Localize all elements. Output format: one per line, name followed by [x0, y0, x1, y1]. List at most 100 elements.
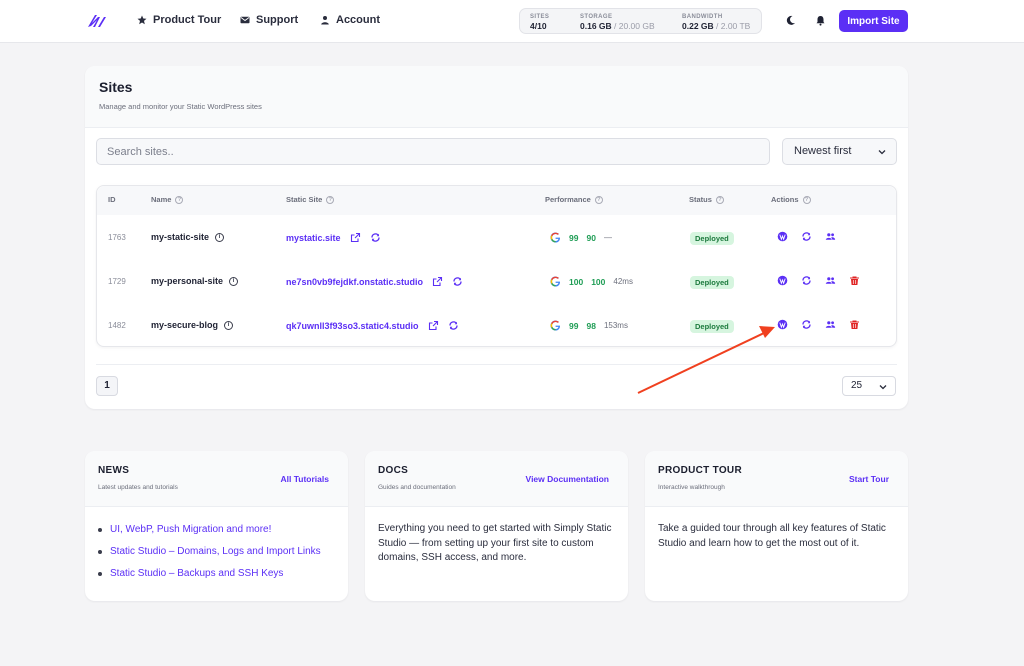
news-item-link[interactable]: Static Studio – Backups and SSH Keys	[110, 568, 283, 579]
per-page-value: 25	[851, 380, 863, 391]
user-icon	[321, 16, 329, 25]
chevron-down-icon	[878, 150, 886, 155]
static-site-link[interactable]: ne7sn0vb9fejdkf.onstatic.studio	[286, 277, 423, 287]
docs-subtitle: Guides and documentation	[378, 484, 456, 491]
users-icon[interactable]	[825, 275, 836, 286]
response-time: —	[603, 233, 612, 242]
wordpress-icon[interactable]	[777, 319, 788, 330]
nav-account[interactable]: Account	[320, 14, 380, 26]
site-id: 1763	[108, 233, 126, 242]
product-tour-body: Take a guided tour through all key featu…	[658, 523, 886, 549]
news-card-header: NEWS Latest updates and tutorials All Tu…	[85, 451, 348, 507]
sites-card-header: Sites Manage and monitor your Static Wor…	[85, 66, 908, 128]
users-icon[interactable]	[825, 319, 836, 330]
stat-value-total: / 2.00 TB	[713, 21, 751, 31]
help-icon[interactable]: ?	[802, 195, 811, 204]
site-name-label: my-secure-blog	[151, 320, 219, 330]
wordpress-icon[interactable]	[777, 231, 788, 242]
stat-value: 4/10	[530, 21, 549, 31]
google-icon	[550, 320, 561, 331]
table-row: 1482 my-secure-blog i qk7uwnll3f93so3.sta…	[97, 303, 896, 347]
all-tutorials-link[interactable]: All Tutorials	[281, 474, 330, 484]
stat-sites: SITES 4/10	[530, 13, 549, 31]
info-icon[interactable]: i	[215, 232, 225, 242]
help-icon[interactable]: ?	[326, 195, 335, 204]
sync-icon[interactable]	[370, 232, 381, 243]
external-link-icon[interactable]	[432, 276, 443, 287]
sync-icon[interactable]	[448, 320, 459, 331]
wordpress-icon[interactable]	[777, 275, 788, 286]
moon-icon[interactable]	[785, 15, 796, 26]
sync-icon[interactable]	[801, 319, 812, 330]
page-title: Sites	[99, 79, 133, 95]
info-icon[interactable]: i	[229, 276, 239, 286]
per-page-select[interactable]: 25	[842, 376, 896, 396]
response-time: 42ms	[613, 277, 633, 286]
row-actions	[777, 319, 860, 330]
news-item-link[interactable]: Static Studio – Domains, Logs and Import…	[110, 546, 321, 557]
start-tour-link[interactable]: Start Tour	[849, 474, 889, 484]
list-item[interactable]: UI, WebP, Push Migration and more!	[98, 524, 338, 535]
pagination-page-button[interactable]: 1	[96, 376, 118, 396]
column-header-name: Name?	[151, 195, 184, 204]
performance: 99 98 153ms	[550, 320, 628, 331]
google-icon	[550, 276, 561, 287]
bullet-icon	[98, 527, 102, 532]
nav-product-tour[interactable]: Product Tour	[137, 14, 221, 26]
news-subtitle: Latest updates and tutorials	[98, 484, 178, 491]
list-item[interactable]: Static Studio – Backups and SSH Keys	[98, 568, 338, 579]
column-header-status: Status?	[689, 195, 724, 204]
sort-select-value: Newest first	[794, 145, 852, 157]
static-site: ne7sn0vb9fejdkf.onstatic.studio	[286, 276, 463, 287]
stat-label: STORAGE	[580, 14, 613, 20]
list-item[interactable]: Static Studio – Domains, Logs and Import…	[98, 546, 338, 557]
status-badge: Deployed	[690, 232, 734, 245]
trash-icon[interactable]	[849, 275, 860, 286]
table-header: ID Name? Static Site? Performance? Statu…	[97, 186, 896, 215]
divider	[96, 364, 897, 365]
stat-value-main: 4/10	[530, 21, 547, 31]
site-name-label: my-static-site	[151, 232, 210, 242]
sites-table: ID Name? Static Site? Performance? Statu…	[96, 185, 897, 347]
help-icon[interactable]: ?	[594, 195, 603, 204]
help-icon[interactable]: ?	[175, 195, 184, 204]
performance: 99 90 —	[550, 232, 612, 243]
sync-icon[interactable]	[452, 276, 463, 287]
page-subtitle: Manage and monitor your Static WordPress…	[99, 102, 262, 111]
sync-icon[interactable]	[801, 275, 812, 286]
sync-icon[interactable]	[801, 231, 812, 242]
performance: 100 100 42ms	[550, 276, 633, 287]
sort-select[interactable]: Newest first	[782, 138, 897, 165]
table-row: 1729 my-personal-site i ne7sn0vb9fejdkf.o…	[97, 259, 896, 303]
external-link-icon[interactable]	[350, 232, 361, 243]
static-site-link[interactable]: mystatic.site	[286, 233, 341, 243]
docs-title: DOCS	[378, 465, 409, 476]
users-icon[interactable]	[825, 231, 836, 242]
view-documentation-link[interactable]: View Documentation	[526, 474, 609, 484]
trash-icon[interactable]	[849, 319, 860, 330]
docs-body: Everything you need to get started with …	[378, 523, 612, 563]
site-name: my-personal-site i	[151, 276, 239, 286]
stat-value: 0.16 GB / 20.00 GB	[580, 21, 655, 31]
import-site-button[interactable]: Import Site	[839, 10, 908, 32]
static-site-link[interactable]: qk7uwnll3f93so3.static4.studio	[286, 321, 419, 331]
static-site: mystatic.site	[286, 232, 381, 243]
column-header-label: Static Site	[286, 195, 323, 204]
news-list: UI, WebP, Push Migration and more! Stati…	[98, 524, 338, 590]
news-item-link[interactable]: UI, WebP, Push Migration and more!	[110, 524, 271, 535]
bell-icon[interactable]	[815, 15, 826, 26]
response-time: 153ms	[603, 321, 628, 330]
external-link-icon[interactable]	[428, 320, 439, 331]
chevron-down-icon	[879, 385, 887, 390]
help-icon[interactable]: ?	[715, 195, 724, 204]
product-tour-subtitle: Interactive walkthrough	[658, 484, 725, 491]
bullet-icon	[98, 571, 102, 576]
star-icon	[137, 15, 147, 25]
stat-label: BANDWIDTH	[682, 14, 723, 20]
stat-value-total: / 20.00 GB	[611, 21, 655, 31]
table-row: 1763 my-static-site i mystatic.site 99 90…	[97, 215, 896, 259]
nav-support[interactable]: Support	[240, 14, 298, 26]
brand-logo-icon[interactable]	[86, 13, 106, 29]
info-icon[interactable]: i	[224, 320, 234, 330]
search-input[interactable]	[96, 138, 770, 165]
